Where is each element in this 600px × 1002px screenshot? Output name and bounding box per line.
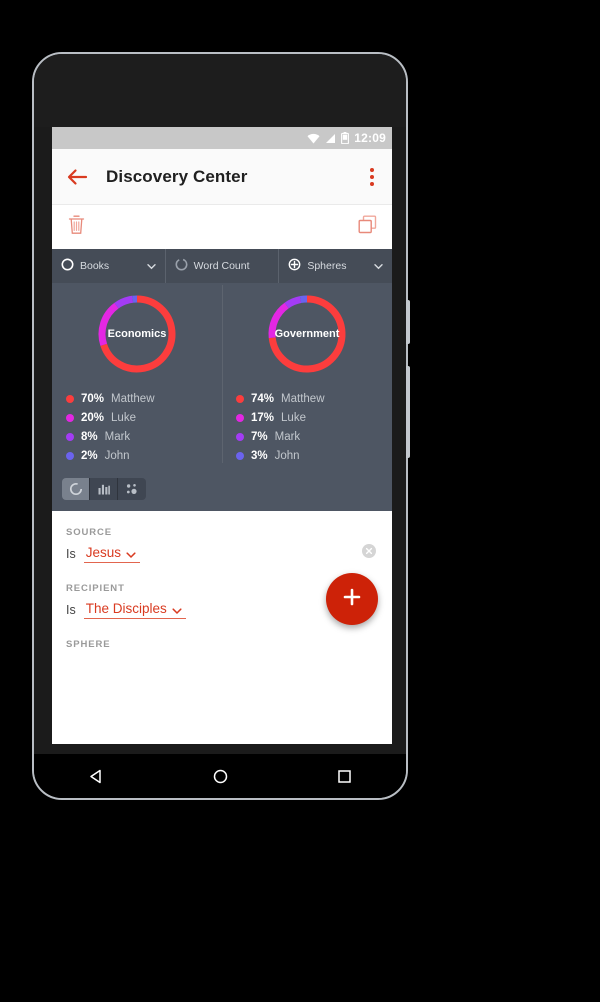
trash-icon[interactable] <box>67 214 86 240</box>
clear-circle-icon[interactable] <box>362 544 376 558</box>
phone-device-frame: 12:09 Discovery Center Books Word Count … <box>32 52 408 800</box>
legend-item: 74% Matthew <box>236 389 392 408</box>
donut-chart-economics[interactable]: Economics <box>52 283 222 385</box>
nav-home-circle-icon[interactable] <box>207 763 233 789</box>
tab-word-count-label: Word Count <box>193 260 250 272</box>
nav-recents-square-icon[interactable] <box>331 763 357 789</box>
donut-label-economics: Economics <box>107 328 167 340</box>
donut-label-government: Government <box>274 328 340 340</box>
legend-percent: 17% <box>251 411 275 424</box>
copy-icon[interactable] <box>358 215 377 239</box>
add-filter-fab[interactable] <box>326 573 378 625</box>
legend-item: 8% Mark <box>66 427 222 446</box>
legend-item: 17% Luke <box>236 408 392 427</box>
legend-percent: 8% <box>81 430 98 443</box>
legend-color-dot <box>66 451 74 460</box>
legend-color-dot <box>236 432 244 441</box>
volume-button[interactable] <box>406 366 410 458</box>
tab-spheres[interactable]: Spheres <box>279 249 392 283</box>
circle-plus-icon <box>288 258 301 274</box>
chart-dimension-tabs: Books Word Count Spheres <box>52 249 392 283</box>
legend-category-name: Luke <box>111 411 136 424</box>
status-bar-time: 12:09 <box>354 131 386 145</box>
back-arrow-icon[interactable] <box>66 166 88 188</box>
chart-type-toggle <box>62 478 146 500</box>
legend-category-name: Matthew <box>111 392 155 405</box>
legend-category-name: John <box>104 449 130 462</box>
tab-books-label: Books <box>80 260 110 272</box>
donut-chart-government[interactable]: Government <box>222 283 392 463</box>
legend-item: 3% John <box>236 446 392 465</box>
bubble-chart-icon[interactable] <box>118 478 146 500</box>
legend-color-dot <box>236 413 244 422</box>
filter-label-sphere: SPHERE <box>66 639 111 650</box>
chevron-down-icon[interactable] <box>374 262 383 271</box>
legend-category-name: Mark <box>274 430 301 443</box>
donut-chart-icon[interactable] <box>62 478 90 500</box>
legend-category-name: Luke <box>281 411 306 424</box>
filter-operator-source: Is <box>66 547 76 561</box>
circle-dashed-icon <box>175 258 188 274</box>
filter-value-source[interactable]: Jesus <box>83 545 141 563</box>
filter-value-recipient[interactable]: The Disciples <box>83 601 186 619</box>
legend-item: 20% Luke <box>66 408 222 427</box>
android-nav-bar <box>34 754 406 798</box>
legend-item: 2% John <box>66 446 222 465</box>
legend-percent: 70% <box>81 392 105 405</box>
chart-panel: Books Word Count Spheres Economics Gover… <box>52 249 392 511</box>
status-bar: 12:09 <box>52 127 392 149</box>
filter-operator-recipient: Is <box>66 603 76 617</box>
view-toggle-bar <box>52 475 392 511</box>
donut-segment <box>299 295 308 304</box>
tab-books[interactable]: Books <box>52 249 166 283</box>
legend-percent: 20% <box>81 411 105 424</box>
filter-label-source: SOURCE <box>66 527 113 538</box>
legend-color-dot <box>66 432 74 441</box>
bar-chart-icon[interactable] <box>90 478 118 500</box>
chevron-down-icon <box>172 604 182 614</box>
plus-icon <box>341 586 363 613</box>
filter-row-source: Is Jesus <box>66 544 378 563</box>
tab-spheres-label: Spheres <box>307 260 347 272</box>
legend-item: 7% Mark <box>236 427 392 446</box>
app-bar: Discovery Center <box>52 149 392 205</box>
phone-top-bezel <box>34 54 406 127</box>
legend-color-dot <box>66 394 74 403</box>
legend-category-name: Mark <box>104 430 131 443</box>
page-title: Discovery Center <box>106 166 248 186</box>
chevron-down-icon[interactable] <box>146 262 156 271</box>
legend-percent: 74% <box>251 392 275 405</box>
legend-color-dot <box>236 451 244 460</box>
filter-value-recipient-text: The Disciples <box>85 601 167 616</box>
battery-icon <box>341 132 350 144</box>
legend-percent: 7% <box>251 430 268 443</box>
overflow-menu-icon[interactable] <box>366 164 378 190</box>
donut-segment <box>284 296 302 309</box>
legend-percent: 3% <box>251 449 268 462</box>
legend-economics: 70% Matthew 20% Luke 8% Mark 2% John <box>52 389 222 465</box>
legend-category-name: John <box>274 449 300 462</box>
filter-sheet: SOURCE Is Jesus RECIPIENT Is The Discipl… <box>52 511 392 669</box>
tab-word-count[interactable]: Word Count <box>166 249 280 283</box>
chevron-down-icon <box>126 548 136 558</box>
nav-back-triangle-icon[interactable] <box>83 763 109 789</box>
legend-category-name: Matthew <box>281 392 325 405</box>
legend-item: 70% Matthew <box>66 389 222 408</box>
donut-segment <box>114 295 134 309</box>
legend-color-dot <box>236 394 244 403</box>
legend-government: 74% Matthew 17% Luke 7% Mark 3% John <box>222 389 392 465</box>
signal-icon <box>325 133 336 144</box>
circle-outline-icon <box>61 258 74 274</box>
filter-value-source-text: Jesus <box>85 545 122 560</box>
wifi-icon <box>307 133 320 144</box>
action-toolbar <box>52 205 392 249</box>
legend-percent: 2% <box>81 449 98 462</box>
donut-chart-row: Economics Government <box>52 283 392 463</box>
power-button[interactable] <box>406 300 410 344</box>
legend-color-dot <box>66 413 74 422</box>
device-screen: 12:09 Discovery Center Books Word Count … <box>52 127 392 744</box>
